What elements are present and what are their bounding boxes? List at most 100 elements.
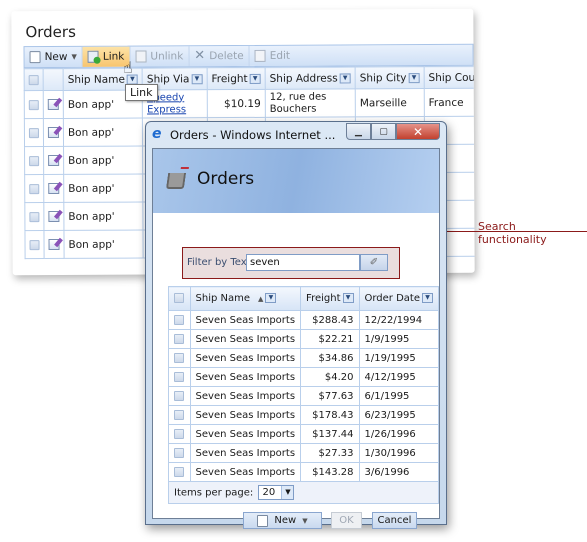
new-button[interactable]: New ▼	[24, 46, 83, 68]
window-controls: ▁ ▢ ✕	[346, 123, 440, 140]
row-checkbox[interactable]	[174, 333, 184, 344]
edit-row-icon[interactable]	[48, 154, 60, 167]
chevron-down-icon[interactable]: ▼	[281, 486, 294, 499]
row-checkbox[interactable]	[174, 466, 184, 477]
new-page-icon	[29, 51, 41, 64]
edit-row-icon[interactable]	[48, 210, 60, 223]
table-row[interactable]: Seven Seas Imports $22.21 1/9/1995	[168, 329, 439, 349]
table-row[interactable]: Bon app' Speedy Express $10.19 12, rue d…	[24, 88, 475, 119]
maximize-icon: ▢	[379, 126, 388, 137]
lookup-table: Ship Name ▲ ▼ Freight ▼ Order Date ▼ Seven S…	[168, 286, 439, 504]
table-row[interactable]: Seven Seas Imports $178.43 6/23/1995	[168, 405, 439, 425]
maximize-button[interactable]: ▢	[371, 123, 396, 140]
popup-window: e Orders - Windows Internet ... ▁ ▢ ✕ Or…	[145, 121, 447, 529]
cell-order-date: 3/6/1996	[358, 462, 439, 482]
column-header-order-date[interactable]: Order Date ▼	[358, 286, 439, 311]
filter-dropdown-icon[interactable]: ▼	[339, 72, 351, 83]
callout-label: Search functionality	[478, 220, 547, 246]
table-row[interactable]: Seven Seas Imports $34.86 1/19/1995	[168, 348, 439, 368]
table-row[interactable]: Seven Seas Imports $77.63 6/1/1995	[168, 386, 439, 406]
row-checkbox[interactable]	[174, 352, 184, 363]
search-button[interactable]: ✐	[360, 254, 388, 271]
row-checkbox[interactable]	[28, 99, 39, 110]
minimize-button[interactable]: ▁	[346, 123, 371, 140]
filter-dropdown-icon[interactable]: ▼	[342, 293, 354, 303]
filter-dropdown-icon[interactable]: ▼	[265, 293, 277, 303]
row-checkbox[interactable]	[174, 314, 184, 325]
cell-freight: $77.63	[300, 386, 360, 406]
ok-button[interactable]: OK	[331, 512, 362, 529]
row-checkbox[interactable]	[174, 409, 184, 420]
close-button[interactable]: ✕	[396, 123, 440, 140]
items-per-page-select[interactable]: 20 ▼	[258, 485, 295, 500]
row-checkbox[interactable]	[174, 447, 184, 458]
table-row[interactable]: Seven Seas Imports $143.28 3/6/1996	[168, 462, 439, 482]
column-header-freight[interactable]: Freight ▼	[206, 67, 266, 90]
cell-ship-name: Bon app'	[63, 146, 143, 175]
cell-ship-name: Bon app'	[63, 174, 144, 203]
link-icon	[87, 50, 99, 63]
table-row[interactable]: Seven Seas Imports $27.33 1/30/1996	[168, 443, 439, 463]
select-all-checkbox[interactable]	[28, 74, 39, 85]
row-checkbox[interactable]	[29, 155, 40, 166]
cell-ship-name: Bon app'	[63, 118, 143, 147]
cell-ship-name: Seven Seas Imports	[189, 348, 302, 368]
column-header-ship-address[interactable]: Ship Address ▼	[265, 66, 356, 90]
cell-freight: $34.86	[300, 348, 360, 368]
cell-freight: $143.28	[300, 462, 360, 482]
select-all-checkbox[interactable]	[174, 293, 184, 303]
chevron-down-icon[interactable]: ▼	[71, 53, 76, 61]
cell-freight: $10.19	[206, 89, 266, 118]
sort-ascending-icon: ▲	[258, 295, 264, 303]
table-row[interactable]: Seven Seas Imports $137.44 1/26/1996	[168, 424, 439, 444]
edit-label: Edit	[269, 49, 291, 62]
edit-row-icon[interactable]	[47, 126, 59, 139]
edit-row-icon[interactable]	[48, 182, 60, 195]
page-title: Orders	[25, 22, 76, 42]
cell-freight: $4.20	[300, 367, 360, 387]
delete-icon: ✕	[194, 48, 206, 64]
row-checkbox[interactable]	[29, 183, 40, 194]
filter-dropdown-icon[interactable]: ▼	[191, 73, 203, 84]
cell-order-date: 1/9/1995	[358, 329, 439, 349]
minimize-icon: ▁	[355, 126, 362, 137]
cell-ship-name: Seven Seas Imports	[189, 405, 302, 425]
cell-order-date: 12/22/1994	[358, 310, 439, 330]
filter-dropdown-icon[interactable]: ▼	[249, 73, 261, 84]
column-header-ship-country[interactable]: Ship Country	[423, 66, 475, 89]
unlink-button[interactable]: Unlink	[130, 46, 190, 67]
row-checkbox[interactable]	[174, 371, 184, 382]
cell-freight: $22.21	[300, 329, 360, 349]
table-row[interactable]: Seven Seas Imports $288.43 12/22/1994	[168, 310, 439, 330]
edit-button[interactable]: Edit	[250, 46, 295, 66]
row-checkbox[interactable]	[174, 428, 184, 439]
filter-label: Filter by Text	[187, 257, 251, 268]
cancel-button[interactable]: Cancel	[372, 512, 417, 529]
column-header-ship-name[interactable]: Ship Name ▲ ▼	[189, 286, 302, 311]
edit-row-icon[interactable]	[47, 98, 59, 111]
cell-order-date: 6/1/1995	[358, 386, 439, 406]
row-checkbox[interactable]	[29, 239, 40, 250]
cell-order-date: 6/23/1995	[358, 405, 439, 425]
shopping-cart-icon	[165, 173, 187, 189]
edit-row-icon[interactable]	[48, 238, 60, 251]
row-checkbox[interactable]	[28, 127, 39, 138]
filter-text-input[interactable]	[246, 254, 360, 271]
new-button[interactable]: New ▼	[243, 512, 322, 529]
delete-button[interactable]: ✕ Delete	[189, 45, 250, 67]
cell-ship-name: Seven Seas Imports	[189, 462, 302, 482]
column-header-freight[interactable]: Freight ▼	[300, 286, 360, 311]
popup-title: Orders	[197, 169, 255, 189]
close-icon: ✕	[412, 124, 424, 139]
cell-ship-name: Bon app'	[63, 230, 144, 259]
chevron-down-icon[interactable]: ▼	[302, 517, 307, 525]
row-checkbox[interactable]	[29, 211, 40, 222]
cell-ship-name: Seven Seas Imports	[189, 329, 302, 349]
table-row[interactable]: Seven Seas Imports $4.20 4/12/1995	[168, 367, 439, 387]
filter-dropdown-icon[interactable]: ▼	[408, 72, 420, 83]
cell-ship-name: Seven Seas Imports	[189, 443, 302, 463]
filter-dropdown-icon[interactable]: ▼	[422, 293, 433, 303]
unlink-icon	[135, 50, 147, 63]
row-checkbox[interactable]	[174, 390, 184, 401]
column-header-ship-city[interactable]: Ship City ▼	[355, 66, 425, 89]
